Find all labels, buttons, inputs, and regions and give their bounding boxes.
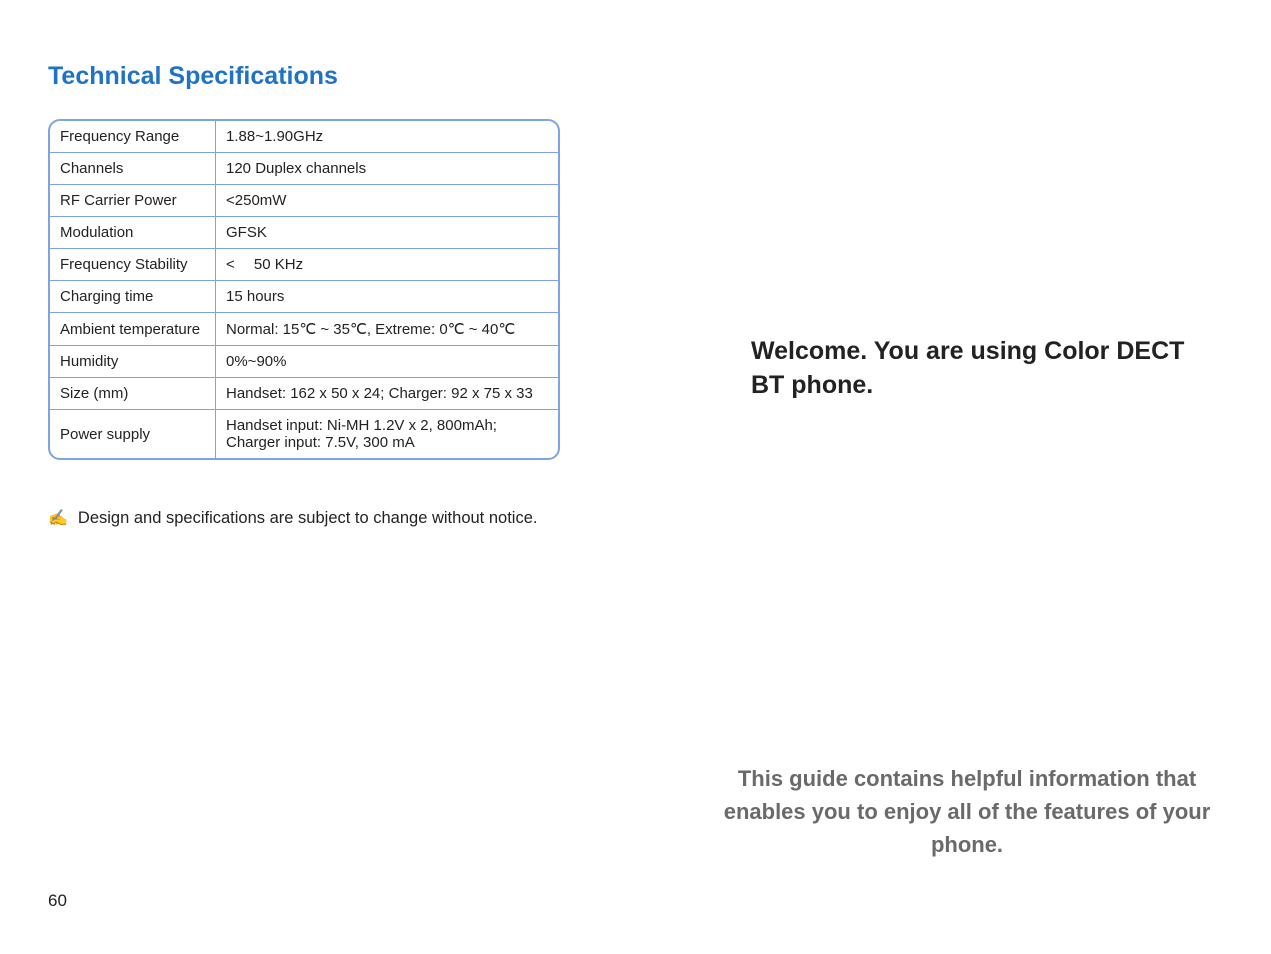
spec-value: 0%~90% bbox=[216, 346, 558, 377]
right-page: Welcome. You are using Color DECT BT pho… bbox=[635, 0, 1271, 954]
welcome-block: Welcome. You are using Color DECT BT pho… bbox=[751, 335, 1223, 403]
spec-table: Frequency Range 1.88~1.90GHz Channels 12… bbox=[48, 119, 560, 460]
spec-value: 15 hours bbox=[216, 281, 558, 312]
table-row: Ambient temperature Normal: 15℃ ~ 35℃, E… bbox=[50, 313, 558, 346]
table-row: Size (mm) Handset: 162 x 50 x 24; Charge… bbox=[50, 378, 558, 410]
table-row: RF Carrier Power <250mW bbox=[50, 185, 558, 217]
spec-value: Handset: 162 x 50 x 24; Charger: 92 x 75… bbox=[216, 378, 558, 409]
table-row: Power supply Handset input: Ni-MH 1.2V x… bbox=[50, 410, 558, 458]
spec-label: Power supply bbox=[50, 410, 216, 458]
spec-value: GFSK bbox=[216, 217, 558, 248]
section-heading: Technical Specifications bbox=[48, 62, 587, 91]
spec-value: < 50 KHz bbox=[216, 249, 558, 280]
note-text: Design and specifications are subject to… bbox=[78, 509, 538, 528]
write-icon: ✍ bbox=[48, 508, 68, 528]
spec-label: Charging time bbox=[50, 281, 216, 312]
table-row: Humidity 0%~90% bbox=[50, 346, 558, 378]
note-line: ✍ Design and specifications are subject … bbox=[48, 508, 587, 528]
spec-label: Modulation bbox=[50, 217, 216, 248]
table-row: Frequency Stability < 50 KHz bbox=[50, 249, 558, 281]
spec-label: Size (mm) bbox=[50, 378, 216, 409]
page-number: 60 bbox=[48, 891, 67, 911]
spec-label: Humidity bbox=[50, 346, 216, 377]
spec-label: Frequency Range bbox=[50, 121, 216, 152]
table-row: Channels 120 Duplex channels bbox=[50, 153, 558, 185]
spec-value: 1.88~1.90GHz bbox=[216, 121, 558, 152]
spec-label: RF Carrier Power bbox=[50, 185, 216, 216]
welcome-text: Welcome. You are using Color DECT BT pho… bbox=[751, 335, 1223, 403]
table-row: Charging time 15 hours bbox=[50, 281, 558, 313]
spec-label: Channels bbox=[50, 153, 216, 184]
spec-value: Normal: 15℃ ~ 35℃, Extreme: 0℃ ~ 40℃ bbox=[216, 313, 558, 345]
spec-value: 120 Duplex channels bbox=[216, 153, 558, 184]
spec-value: Handset input: Ni-MH 1.2V x 2, 800mAh; C… bbox=[216, 410, 558, 458]
spec-label: Ambient temperature bbox=[50, 313, 216, 345]
guide-text: This guide contains helpful information … bbox=[711, 762, 1223, 861]
spec-label: Frequency Stability bbox=[50, 249, 216, 280]
guide-block: This guide contains helpful information … bbox=[711, 762, 1223, 861]
table-row: Frequency Range 1.88~1.90GHz bbox=[50, 121, 558, 153]
spec-value: <250mW bbox=[216, 185, 558, 216]
table-row: Modulation GFSK bbox=[50, 217, 558, 249]
left-page: Technical Specifications Frequency Range… bbox=[0, 0, 635, 954]
